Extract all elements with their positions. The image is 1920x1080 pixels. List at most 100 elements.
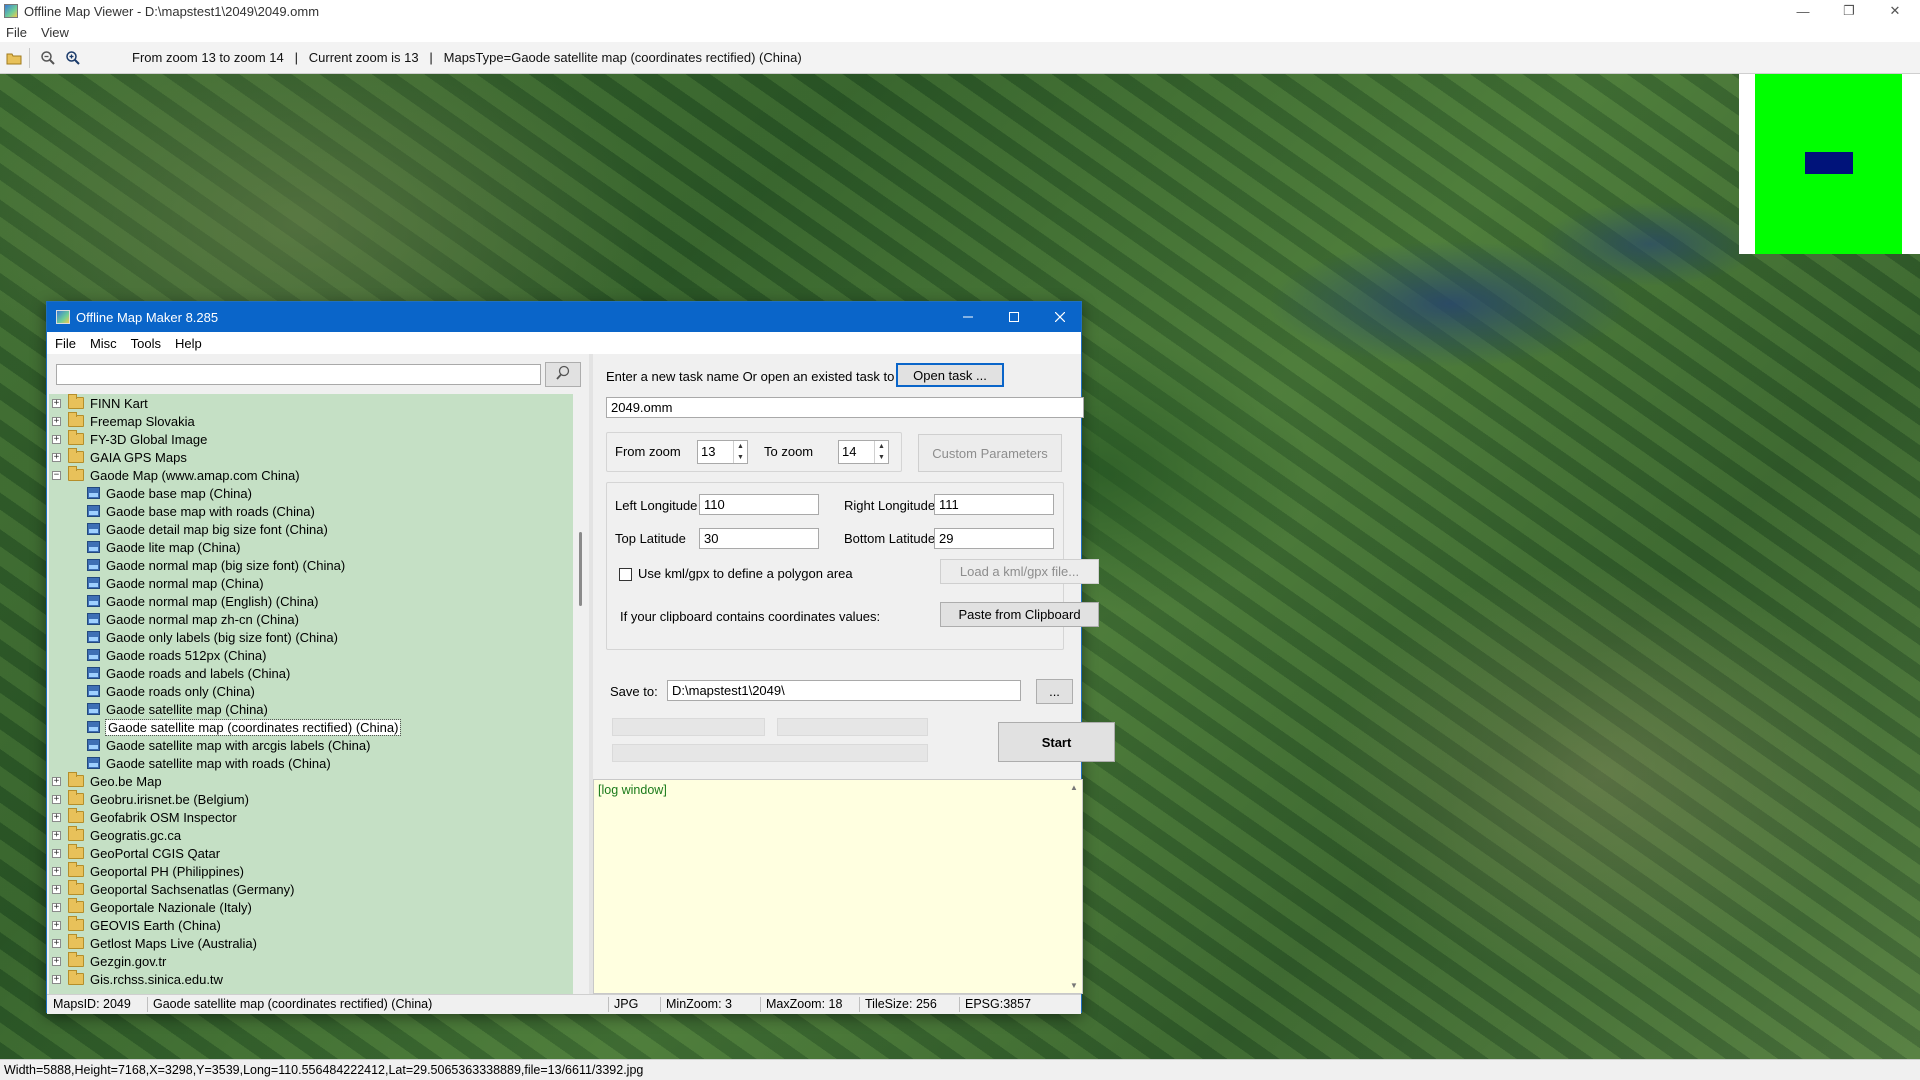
tree-scrollbar-thumb[interactable] (579, 532, 582, 606)
dialog-close-button[interactable] (1037, 302, 1083, 332)
tree-node-label[interactable]: Gaode detail map big size font (China) (106, 522, 328, 537)
tree-node-label[interactable]: GeoPortal CGIS Qatar (90, 846, 220, 861)
tree-map-node[interactable]: Gaode satellite map with arcgis labels (… (87, 736, 370, 754)
folder-open-icon[interactable] (3, 47, 25, 69)
from-zoom-stepper[interactable]: 13 ▲ ▼ (697, 440, 748, 464)
use-kml-label[interactable]: Use kml/gpx to define a polygon area (638, 566, 853, 581)
to-zoom-up-icon[interactable]: ▲ (875, 441, 888, 452)
expand-icon[interactable]: + (52, 902, 61, 912)
expand-icon[interactable]: + (52, 956, 61, 966)
tree-folder-node[interactable]: + FY-3D Global Image (52, 430, 207, 448)
menu-file[interactable]: File (6, 25, 27, 40)
tree-folder-node[interactable]: − Gaode Map (www.amap.com China) (52, 466, 300, 484)
tree-node-label[interactable]: Geobru.irisnet.be (Belgium) (90, 792, 249, 807)
expand-icon[interactable]: + (52, 398, 61, 408)
tree-node-label[interactable]: Getlost Maps Live (Australia) (90, 936, 257, 951)
zoom-out-icon[interactable] (37, 47, 59, 69)
tree-node-label[interactable]: GAIA GPS Maps (90, 450, 187, 465)
scroll-down-icon[interactable]: ▼ (1070, 981, 1078, 990)
from-zoom-down-icon[interactable]: ▼ (734, 452, 747, 463)
tree-node-label[interactable]: Gaode satellite map with roads (China) (106, 756, 331, 771)
collapse-icon[interactable]: − (52, 470, 61, 480)
tree-map-node[interactable]: Gaode lite map (China) (87, 538, 240, 556)
tree-map-node[interactable]: Gaode base map (China) (87, 484, 252, 502)
tree-node-label[interactable]: Gaode normal map (big size font) (China) (106, 558, 345, 573)
tree-node-label[interactable]: FY-3D Global Image (90, 432, 207, 447)
expand-icon[interactable]: + (52, 416, 61, 426)
tree-folder-node[interactable]: + Geoportal PH (Philippines) (52, 862, 244, 880)
expand-icon[interactable]: + (52, 866, 61, 876)
tree-node-label[interactable]: GEOVIS Earth (China) (90, 918, 221, 933)
tree-node-label[interactable]: Geofabrik OSM Inspector (90, 810, 237, 825)
search-input[interactable] (56, 364, 541, 385)
tree-node-label[interactable]: FINN Kart (90, 396, 148, 411)
tree-map-node[interactable]: Gaode normal map (English) (China) (87, 592, 318, 610)
to-zoom-value[interactable]: 14 (839, 441, 874, 463)
right-longitude-input[interactable]: 111 (934, 494, 1054, 515)
dialog-menu-tools[interactable]: Tools (131, 336, 161, 351)
save-to-input[interactable]: D:\mapstest1\2049\ (667, 680, 1021, 701)
tree-node-label[interactable]: Gaode normal map (English) (China) (106, 594, 318, 609)
expand-icon[interactable]: + (52, 920, 61, 930)
from-zoom-up-icon[interactable]: ▲ (734, 441, 747, 452)
tree-node-label[interactable]: Gaode normal map (China) (106, 576, 264, 591)
tree-folder-node[interactable]: + Geoportal Sachsenatlas (Germany) (52, 880, 294, 898)
from-zoom-value[interactable]: 13 (698, 441, 733, 463)
expand-icon[interactable]: + (52, 884, 61, 894)
task-name-input[interactable]: 2049.omm (606, 397, 1084, 418)
to-zoom-stepper[interactable]: 14 ▲ ▼ (838, 440, 889, 464)
tree-folder-node[interactable]: + Geobru.irisnet.be (Belgium) (52, 790, 249, 808)
minimap[interactable] (1739, 74, 1920, 254)
restore-button[interactable]: ❐ (1826, 0, 1872, 22)
tree-map-node[interactable]: Gaode satellite map (coordinates rectifi… (87, 718, 402, 736)
tree-node-label[interactable]: Gaode lite map (China) (106, 540, 240, 555)
dialog-menu-file[interactable]: File (55, 336, 76, 351)
tree-folder-node[interactable]: + Gezgin.gov.tr (52, 952, 166, 970)
tree-folder-node[interactable]: + Geofabrik OSM Inspector (52, 808, 237, 826)
tree-folder-node[interactable]: + Gis.rchss.sinica.edu.tw (52, 970, 223, 988)
tree-node-label[interactable]: Gaode base map (China) (106, 486, 252, 501)
dialog-menu-help[interactable]: Help (175, 336, 202, 351)
tree-node-label[interactable]: Gaode base map with roads (China) (106, 504, 315, 519)
map-source-tree[interactable]: + FINN Kart + Freemap Slovakia + FY-3D Global… (49, 394, 573, 994)
tree-node-label[interactable]: Gaode roads and labels (China) (106, 666, 290, 681)
scroll-up-icon[interactable]: ▲ (1070, 783, 1078, 792)
tree-folder-node[interactable]: + GeoPortal CGIS Qatar (52, 844, 220, 862)
tree-folder-node[interactable]: + Geogratis.gc.ca (52, 826, 181, 844)
expand-icon[interactable]: + (52, 848, 61, 858)
expand-icon[interactable]: + (52, 812, 61, 822)
minimize-button[interactable]: — (1780, 0, 1826, 22)
tree-map-node[interactable]: Gaode normal map (big size font) (China) (87, 556, 345, 574)
tree-node-label[interactable]: Gaode satellite map (coordinates rectifi… (104, 718, 402, 736)
expand-icon[interactable]: + (52, 452, 61, 462)
open-task-button[interactable]: Open task ... (896, 363, 1004, 387)
tree-map-node[interactable]: Gaode base map with roads (China) (87, 502, 315, 520)
tree-node-label[interactable]: Gaode only labels (big size font) (China… (106, 630, 338, 645)
dialog-maximize-button[interactable] (991, 302, 1037, 332)
expand-icon[interactable]: + (52, 938, 61, 948)
expand-icon[interactable]: + (52, 794, 61, 804)
tree-node-label[interactable]: Gaode Map (www.amap.com China) (90, 468, 300, 483)
tree-folder-node[interactable]: + FINN Kart (52, 394, 148, 412)
start-button[interactable]: Start (998, 722, 1115, 762)
close-button[interactable]: ✕ (1872, 0, 1918, 22)
expand-icon[interactable]: + (52, 776, 61, 786)
tree-node-label[interactable]: Gaode normal map zh-cn (China) (106, 612, 299, 627)
top-latitude-input[interactable]: 30 (699, 528, 819, 549)
browse-button[interactable]: ... (1036, 679, 1073, 704)
tree-folder-node[interactable]: + GEOVIS Earth (China) (52, 916, 221, 934)
tree-map-node[interactable]: Gaode normal map (China) (87, 574, 264, 592)
tree-map-node[interactable]: Gaode roads and labels (China) (87, 664, 290, 682)
tree-node-label[interactable]: Gaode roads only (China) (106, 684, 255, 699)
expand-icon[interactable]: + (52, 974, 61, 984)
load-kml-button[interactable]: Load a kml/gpx file... (940, 559, 1099, 584)
expand-icon[interactable]: + (52, 434, 61, 444)
tree-node-label[interactable]: Gaode satellite map (China) (106, 702, 268, 717)
tree-map-node[interactable]: Gaode roads only (China) (87, 682, 255, 700)
minimap-viewport[interactable] (1805, 152, 1853, 174)
tree-node-label[interactable]: Geoportal Sachsenatlas (Germany) (90, 882, 294, 897)
tree-map-node[interactable]: Gaode detail map big size font (China) (87, 520, 328, 538)
tree-folder-node[interactable]: + GAIA GPS Maps (52, 448, 187, 466)
tree-map-node[interactable]: Gaode satellite map with roads (China) (87, 754, 331, 772)
tree-node-label[interactable]: Geoportal PH (Philippines) (90, 864, 244, 879)
